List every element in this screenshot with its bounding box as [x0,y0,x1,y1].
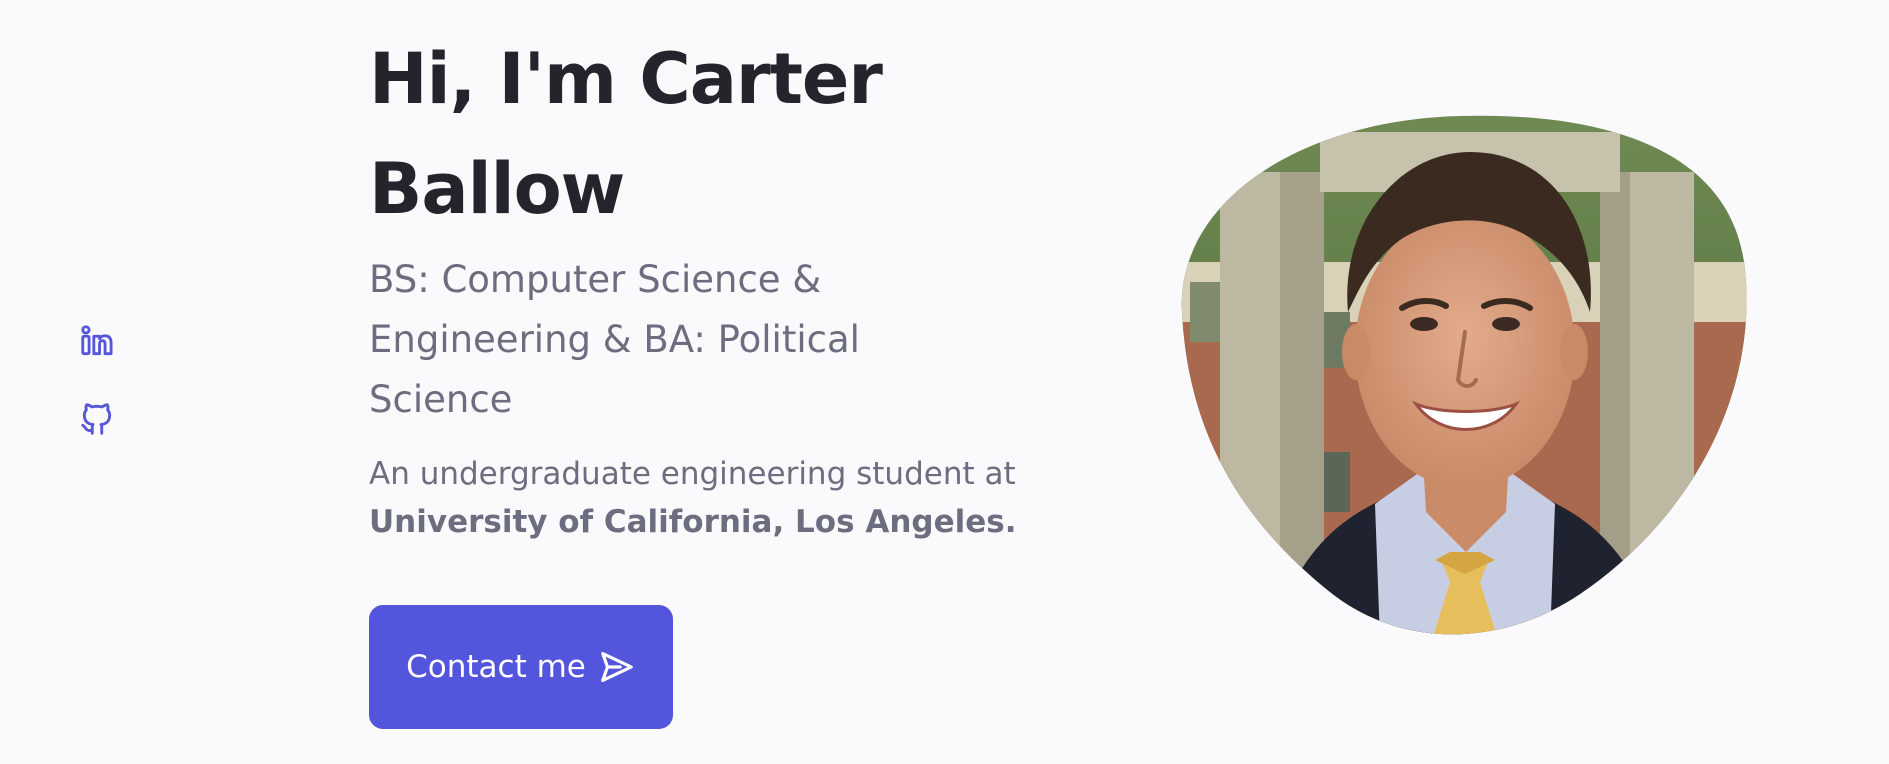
send-icon [601,651,633,683]
hero-subtitle: BS: Computer Science & Engineering & BA:… [369,258,860,421]
social-links [78,322,118,478]
github-link[interactable] [78,400,116,438]
hero-description-text: An undergraduate engineering student at [369,456,1016,492]
contact-button[interactable]: Contact me [369,605,673,729]
linkedin-link[interactable] [78,322,116,360]
linkedin-icon [81,325,113,356]
profile-photo [1181,115,1747,635]
contact-button-label: Contact me [406,649,586,685]
hero-title: Hi, I'm Carter Ballow [369,38,883,230]
github-icon [81,403,112,435]
hero-text: Hi, I'm Carter Ballow BS: Computer Scien… [369,24,1069,546]
hero-description: An undergraduate engineering student at … [369,450,1089,546]
hero-description-university: University of California, Los Angeles. [369,504,1017,540]
profile-image [1180,112,1748,640]
